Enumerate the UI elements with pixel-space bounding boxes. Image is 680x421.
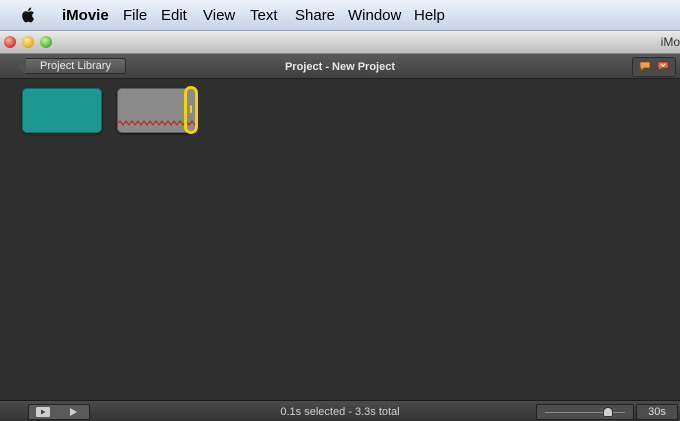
zoom-slider-knob[interactable] [603, 407, 614, 417]
menu-bar: iMovie File Edit View Text Share Window … [0, 0, 680, 31]
menu-file[interactable]: File [123, 7, 147, 24]
comment-marker-icon[interactable] [639, 61, 651, 72]
marker-buttons [632, 57, 676, 77]
window-close-button[interactable] [4, 36, 16, 48]
clip-trim-handle[interactable] [184, 86, 198, 134]
window-title: iMo [660, 35, 680, 49]
project-timeline-area[interactable] [0, 79, 680, 399]
duration-label: 30s [636, 404, 678, 420]
chapter-marker-icon[interactable] [657, 61, 669, 72]
menu-edit[interactable]: Edit [161, 7, 187, 24]
menu-view[interactable]: View [203, 7, 235, 24]
trim-grip-icon [190, 105, 192, 113]
menu-text[interactable]: Text [250, 7, 278, 24]
zoom-slider[interactable] [536, 404, 634, 420]
menu-share[interactable]: Share [295, 7, 335, 24]
window-zoom-button[interactable] [40, 36, 52, 48]
transition-clip[interactable] [22, 88, 102, 133]
menu-app-name[interactable]: iMovie [62, 7, 109, 24]
menu-window[interactable]: Window [348, 7, 401, 24]
menu-help[interactable]: Help [414, 7, 445, 24]
apple-logo-icon[interactable] [20, 6, 38, 24]
window-minimize-button[interactable] [22, 36, 34, 48]
window-title-bar: iMo [0, 31, 680, 54]
project-title: Project - New Project [284, 61, 396, 73]
